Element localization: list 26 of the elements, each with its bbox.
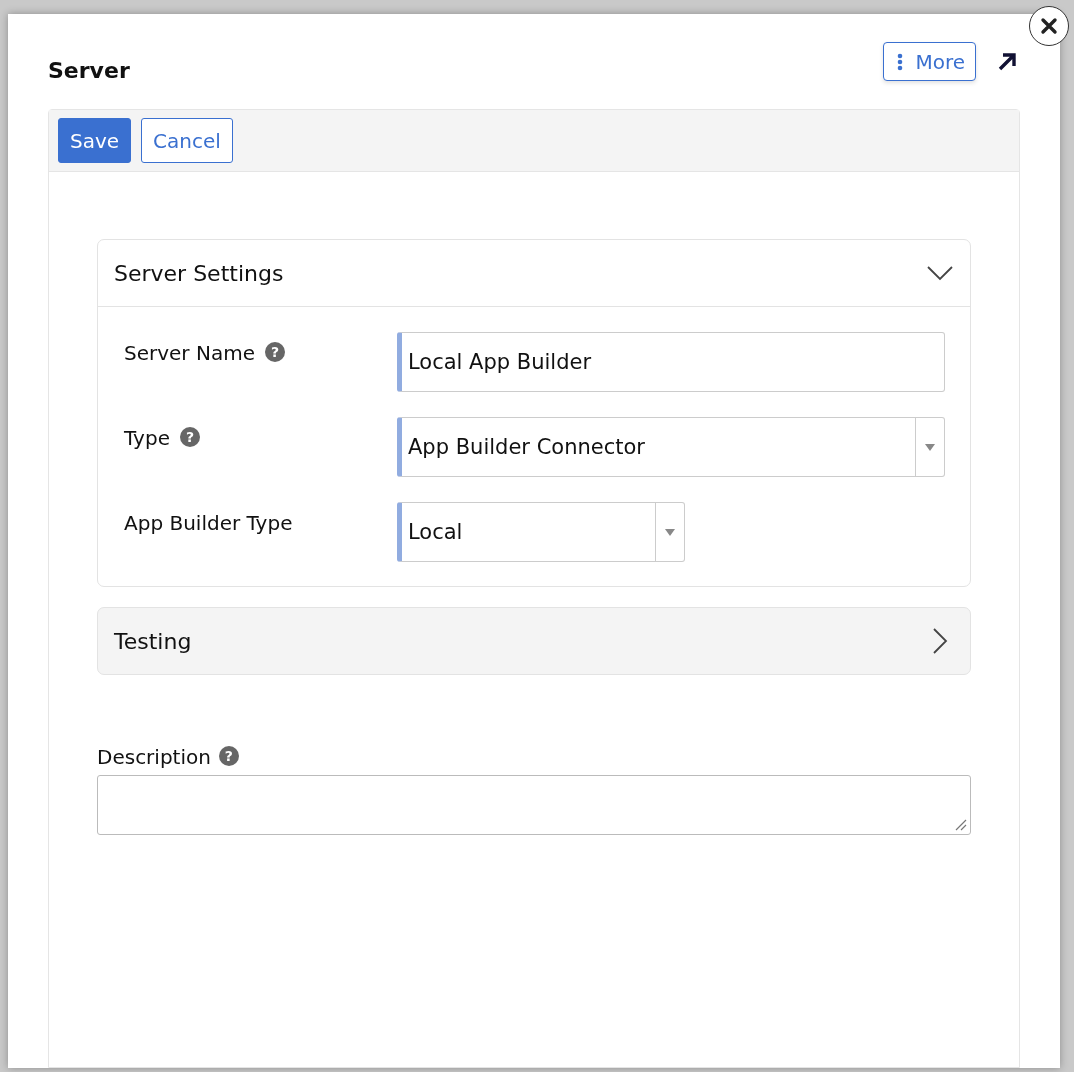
close-icon [1040, 17, 1058, 35]
section-header[interactable]: Server Settings [98, 240, 970, 307]
description-field[interactable] [97, 775, 971, 835]
caret-icon [925, 443, 935, 451]
field-label: Type [124, 426, 170, 450]
section-title: Testing [114, 628, 192, 654]
resize-handle-icon[interactable] [955, 819, 967, 831]
cancel-button[interactable]: Cancel [141, 118, 233, 163]
field-label: App Builder Type [124, 511, 293, 535]
section-header[interactable]: Testing [98, 608, 970, 674]
more-button[interactable]: More [883, 42, 976, 81]
save-button[interactable]: Save [58, 118, 132, 163]
expand-arrow-icon[interactable] [996, 50, 1018, 73]
text-field[interactable]: Local App Builder [397, 332, 945, 392]
dialog-title: Server [48, 57, 131, 83]
help-icon[interactable]: ? [264, 342, 285, 362]
help-icon[interactable]: ? [179, 427, 200, 447]
help-icon[interactable]: ? [218, 746, 239, 766]
field-label: Description [97, 745, 211, 769]
more-icon [897, 52, 904, 71]
close-button[interactable] [1029, 6, 1069, 46]
dropdown[interactable]: Local [397, 502, 685, 562]
dropdown[interactable]: App Builder Connector [397, 417, 945, 477]
section-title: Server Settings [114, 260, 284, 286]
caret-icon [665, 528, 675, 536]
field-label: Server Name [124, 341, 255, 365]
